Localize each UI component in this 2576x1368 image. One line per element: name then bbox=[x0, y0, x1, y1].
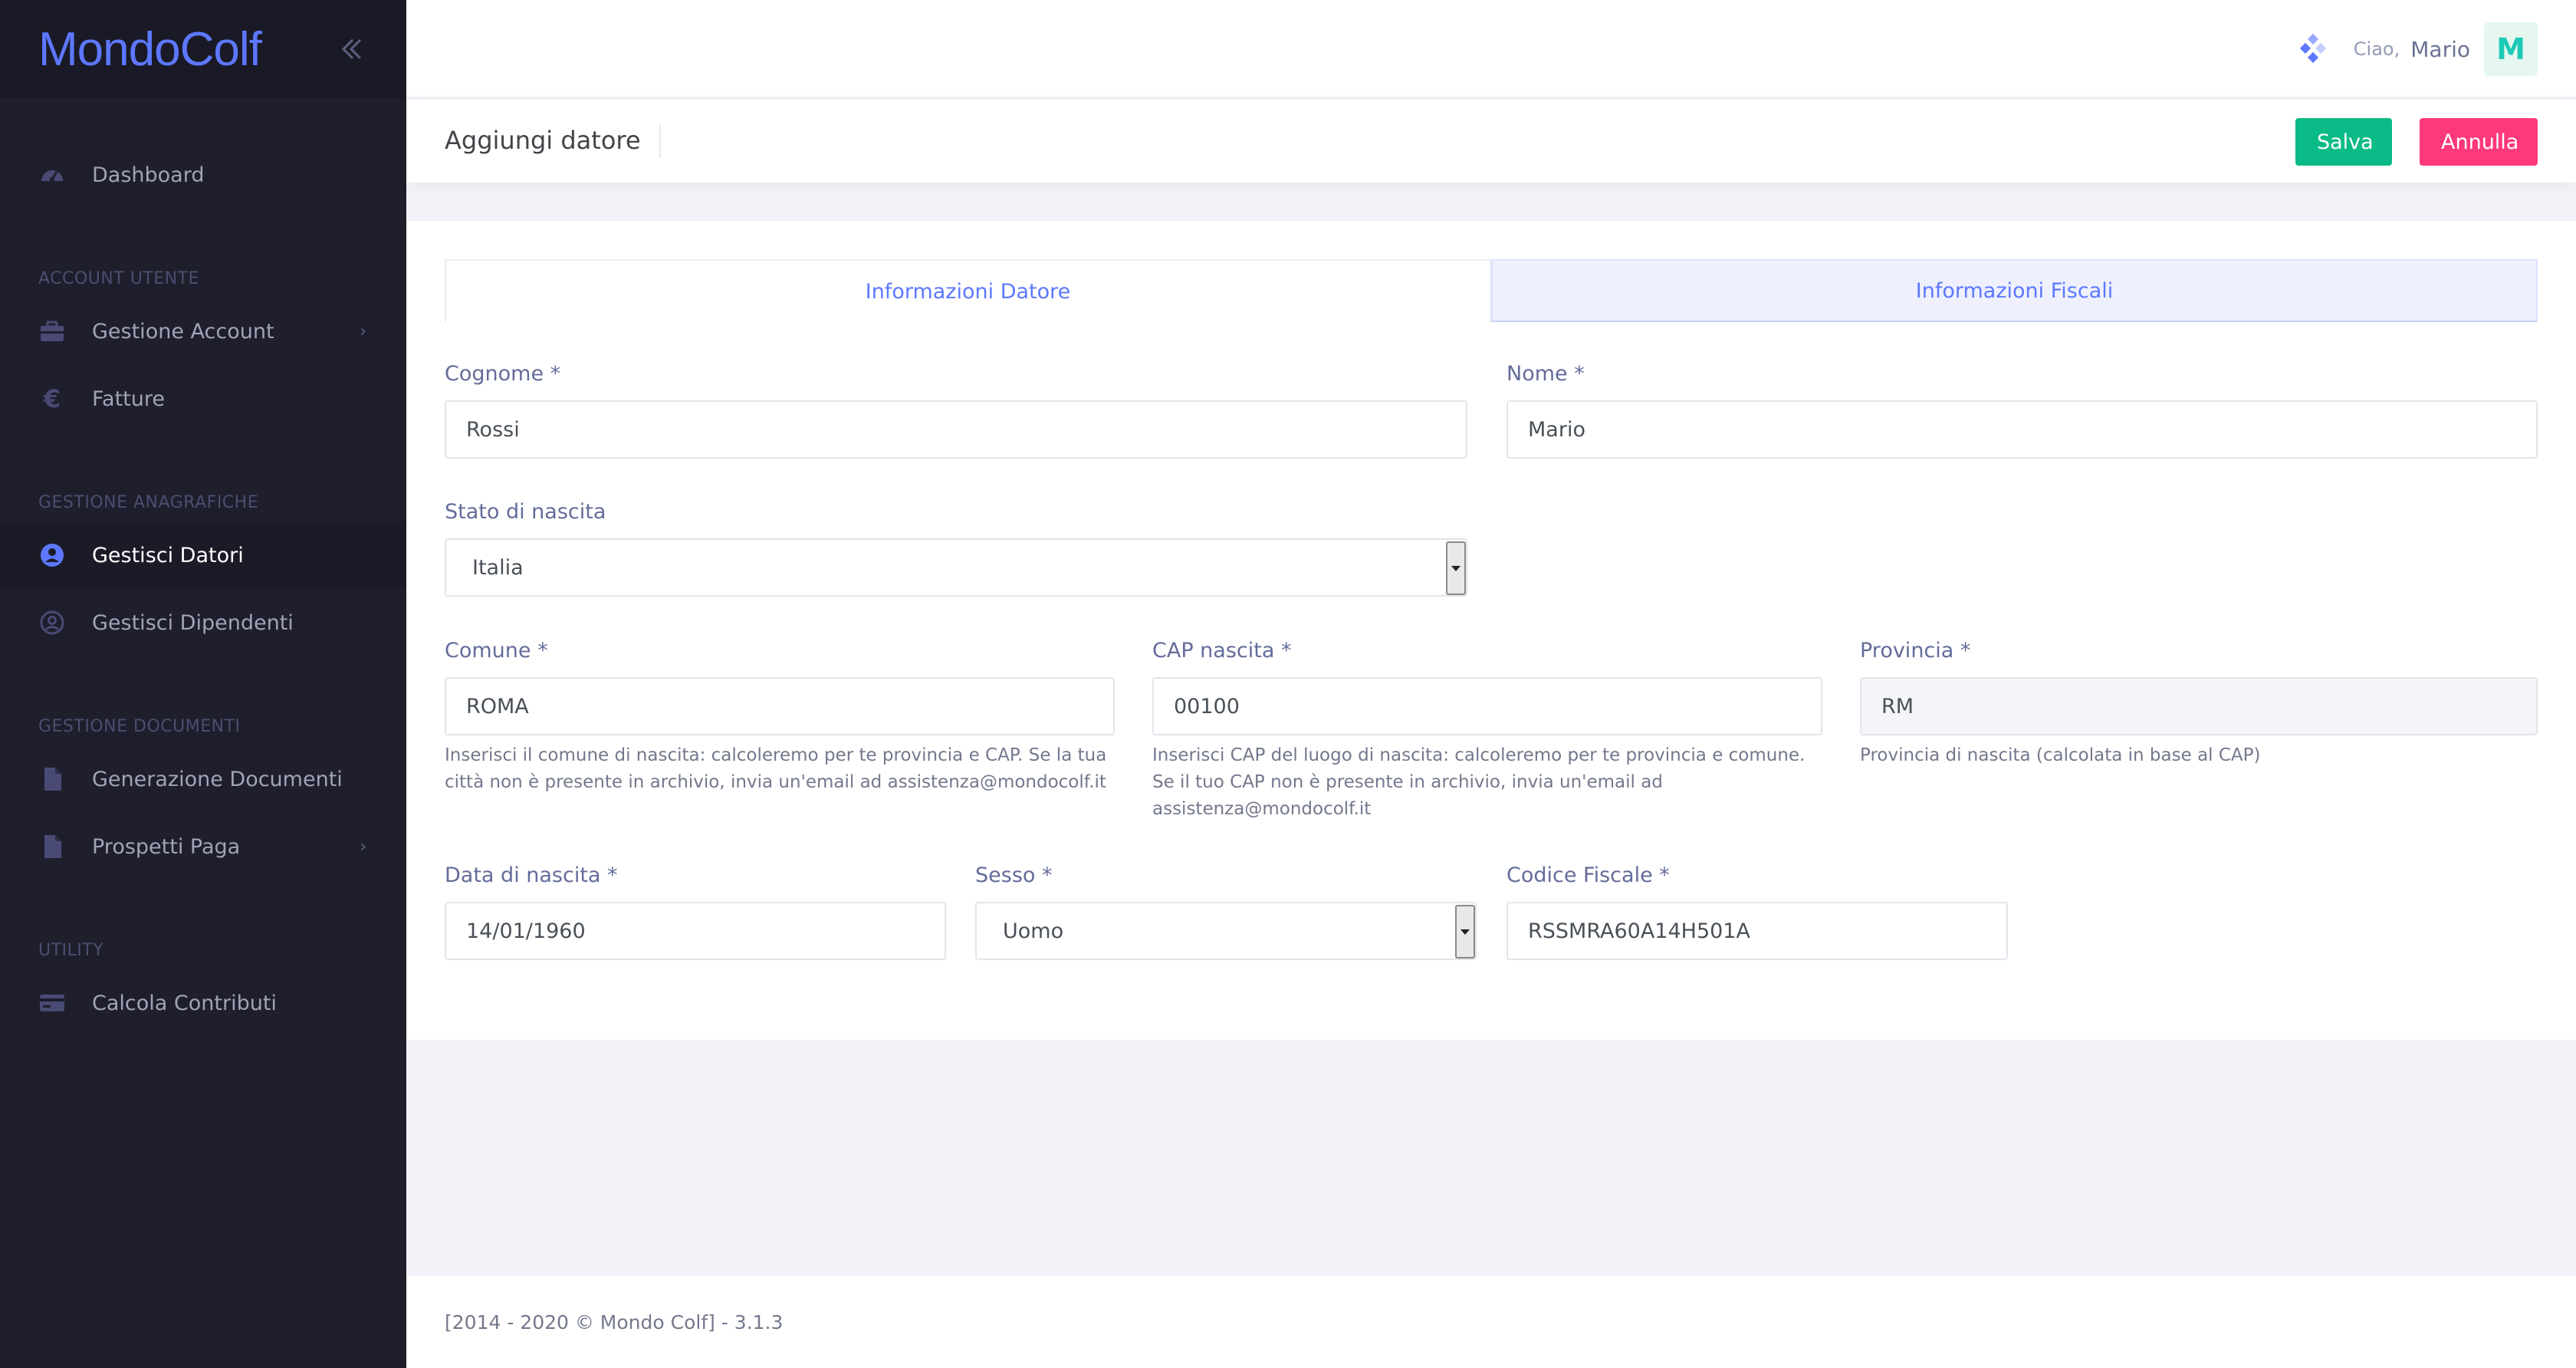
sidebar-item-label: Calcola Contributi bbox=[92, 991, 277, 1015]
tabs: Informazioni Datore Informazioni Fiscali bbox=[445, 259, 2538, 322]
stato-nascita-label: Stato di nascita bbox=[445, 500, 606, 524]
sidebar: MondoColf Dashboard ACCOUNT UTENTE Gesti… bbox=[0, 0, 406, 1368]
username: Mario bbox=[2410, 36, 2470, 62]
sidebar-item-prospetti-paga[interactable]: Prospetti Paga › bbox=[0, 813, 406, 880]
sidebar-item-label: Gestisci Datori bbox=[92, 543, 244, 567]
form-card: Informazioni Datore Informazioni Fiscali… bbox=[406, 221, 2576, 1040]
user-circle-outline-icon bbox=[38, 609, 66, 636]
logo[interactable]: MondoColf bbox=[38, 22, 262, 77]
chevron-right-icon: › bbox=[360, 837, 366, 857]
sidebar-item-gestisci-datori[interactable]: Gestisci Datori bbox=[0, 521, 406, 589]
data-nascita-label: Data di nascita * bbox=[445, 863, 618, 887]
sidebar-menu: Dashboard ACCOUNT UTENTE Gestione Accoun… bbox=[0, 98, 406, 1037]
page-title: Aggiungi datore bbox=[445, 126, 641, 155]
sidebar-item-label: Generazione Documenti bbox=[92, 767, 343, 791]
tab-informazioni-fiscali[interactable]: Informazioni Fiscali bbox=[1491, 259, 2538, 322]
cap-input[interactable]: 00100 bbox=[1152, 677, 1822, 735]
provincia-label: Provincia * bbox=[1860, 639, 1971, 663]
sidebar-item-label: Gestione Account bbox=[92, 319, 274, 344]
user-circle-icon bbox=[38, 541, 66, 569]
data-nascita-value: 14/01/1960 bbox=[466, 919, 586, 943]
sidebar-item-fatture[interactable]: € Fatture bbox=[0, 365, 406, 432]
subheader: Aggiungi datore Salva Annulla bbox=[406, 100, 2576, 183]
nome-label: Nome * bbox=[1506, 362, 1585, 386]
sidebar-item-generazione-documenti[interactable]: Generazione Documenti bbox=[0, 745, 406, 813]
sesso-value: Uomo bbox=[1003, 919, 1064, 943]
topbar: Ciao, Mario M bbox=[406, 0, 2576, 98]
avatar[interactable]: M bbox=[2484, 22, 2538, 76]
collapse-sidebar-icon[interactable] bbox=[336, 34, 366, 64]
cap-value: 00100 bbox=[1174, 694, 1240, 719]
user-menu[interactable]: Ciao, Mario M bbox=[2297, 21, 2538, 77]
cap-help-text: Inserisci CAP del luogo di nascita: calc… bbox=[1152, 745, 1806, 819]
sidebar-item-gestisci-dipendenti[interactable]: Gestisci Dipendenti bbox=[0, 589, 406, 656]
cognome-value: Rossi bbox=[466, 417, 520, 442]
comune-input[interactable]: ROMA bbox=[445, 677, 1115, 735]
file-icon bbox=[38, 833, 66, 860]
comune-help-text: Inserisci il comune di nascita: calcoler… bbox=[445, 745, 1107, 792]
sesso-label: Sesso * bbox=[975, 863, 1053, 887]
nome-value: Mario bbox=[1528, 417, 1585, 442]
sidebar-item-calcola-contributi[interactable]: Calcola Contributi bbox=[0, 969, 406, 1037]
sidebar-item-label: Fatture bbox=[92, 386, 166, 411]
section-title-documenti: GESTIONE DOCUMENTI bbox=[38, 717, 241, 736]
nome-input[interactable]: Mario bbox=[1506, 400, 2538, 459]
apps-icon[interactable] bbox=[2297, 33, 2328, 64]
data-nascita-input[interactable]: 14/01/1960 bbox=[445, 902, 946, 960]
sidebar-item-label: Gestisci Dipendenti bbox=[92, 610, 294, 635]
provincia-value: RM bbox=[1881, 694, 1914, 719]
sidebar-item-label: Dashboard bbox=[92, 163, 205, 187]
cognome-input[interactable]: Rossi bbox=[445, 400, 1467, 459]
comune-value: ROMA bbox=[466, 694, 529, 719]
sidebar-item-dashboard[interactable]: Dashboard bbox=[0, 141, 406, 209]
sidebar-item-label: Prospetti Paga bbox=[92, 834, 241, 859]
title-separator bbox=[659, 124, 661, 158]
footer: [2014 - 2020 © Mondo Colf] - 3.1.3 bbox=[406, 1276, 2576, 1368]
cap-label: CAP nascita * bbox=[1152, 639, 1292, 663]
codice-fiscale-input[interactable]: RSSMRA60A14H501A bbox=[1506, 902, 2008, 960]
greeting-text: Ciao, bbox=[2353, 38, 2400, 60]
gauge-icon bbox=[38, 161, 66, 189]
briefcase-icon bbox=[38, 317, 66, 345]
chevron-right-icon: › bbox=[360, 321, 366, 341]
credit-card-icon bbox=[38, 989, 66, 1017]
tab-informazioni-datore[interactable]: Informazioni Datore bbox=[445, 259, 1491, 322]
file-icon bbox=[38, 765, 66, 793]
footer-text: [2014 - 2020 © Mondo Colf] - 3.1.3 bbox=[445, 1311, 784, 1333]
codice-fiscale-value: RSSMRA60A14H501A bbox=[1528, 919, 1750, 943]
comune-label: Comune * bbox=[445, 639, 548, 663]
provincia-help-text: Provincia di nascita (calcolata in base … bbox=[1860, 745, 2261, 765]
codice-fiscale-label: Codice Fiscale * bbox=[1506, 863, 1670, 887]
sidebar-item-gestione-account[interactable]: Gestione Account › bbox=[0, 298, 406, 365]
select-arrow-icon[interactable] bbox=[1446, 541, 1466, 595]
provincia-input: RM bbox=[1860, 677, 2538, 735]
sesso-select[interactable]: Uomo bbox=[975, 902, 1477, 960]
cancel-button[interactable]: Annulla bbox=[2420, 118, 2538, 166]
stato-nascita-select[interactable]: Italia bbox=[445, 538, 1467, 597]
stato-nascita-value: Italia bbox=[472, 555, 524, 580]
section-title-account: ACCOUNT UTENTE bbox=[38, 269, 199, 288]
select-arrow-icon[interactable] bbox=[1455, 905, 1475, 959]
euro-icon: € bbox=[43, 384, 61, 413]
section-title-utility: UTILITY bbox=[38, 941, 104, 960]
cognome-label: Cognome * bbox=[445, 362, 561, 386]
section-title-anagrafiche: GESTIONE ANAGRAFICHE bbox=[38, 493, 259, 512]
brand-header: MondoColf bbox=[0, 0, 406, 98]
save-button[interactable]: Salva bbox=[2295, 118, 2392, 166]
